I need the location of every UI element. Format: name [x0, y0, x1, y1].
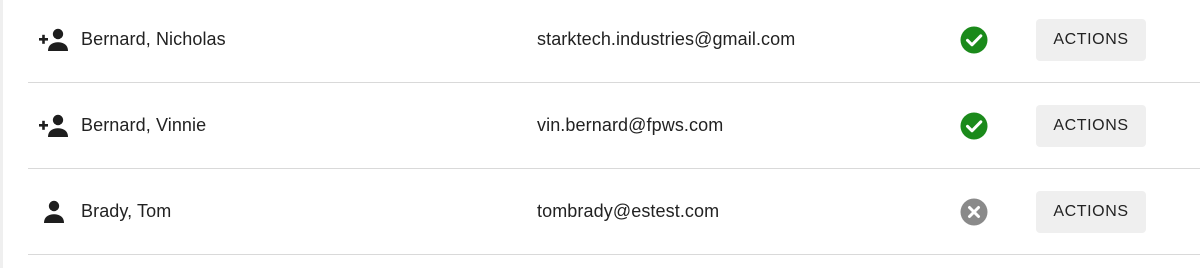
user-email: starktech.industries@gmail.com: [537, 29, 796, 49]
table-left-border: [0, 0, 3, 268]
person-icon: [38, 169, 70, 254]
user-name: Brady, Tom: [81, 201, 172, 221]
users-table: Bernard, Nicholas starktech.industries@g…: [28, 0, 1200, 255]
verified-check-icon: [959, 83, 989, 168]
unverified-x-icon: [959, 169, 989, 254]
actions-button[interactable]: ACTIONS: [1036, 18, 1146, 61]
person-add-icon[interactable]: [38, 0, 70, 82]
person-add-icon[interactable]: [38, 83, 70, 168]
user-email: tombrady@estest.com: [537, 201, 720, 221]
table-row: Bernard, Vinnie vin.bernard@fpws.com ACT…: [28, 83, 1200, 169]
actions-button[interactable]: ACTIONS: [1036, 104, 1146, 147]
user-name: Bernard, Nicholas: [81, 29, 226, 49]
user-email: vin.bernard@fpws.com: [537, 115, 724, 135]
actions-button[interactable]: ACTIONS: [1036, 190, 1146, 233]
table-row: Brady, Tom tombrady@estest.com ACTIONS: [28, 169, 1200, 255]
verified-check-icon: [959, 0, 989, 82]
table-row: Bernard, Nicholas starktech.industries@g…: [28, 0, 1200, 83]
user-name: Bernard, Vinnie: [81, 115, 207, 135]
